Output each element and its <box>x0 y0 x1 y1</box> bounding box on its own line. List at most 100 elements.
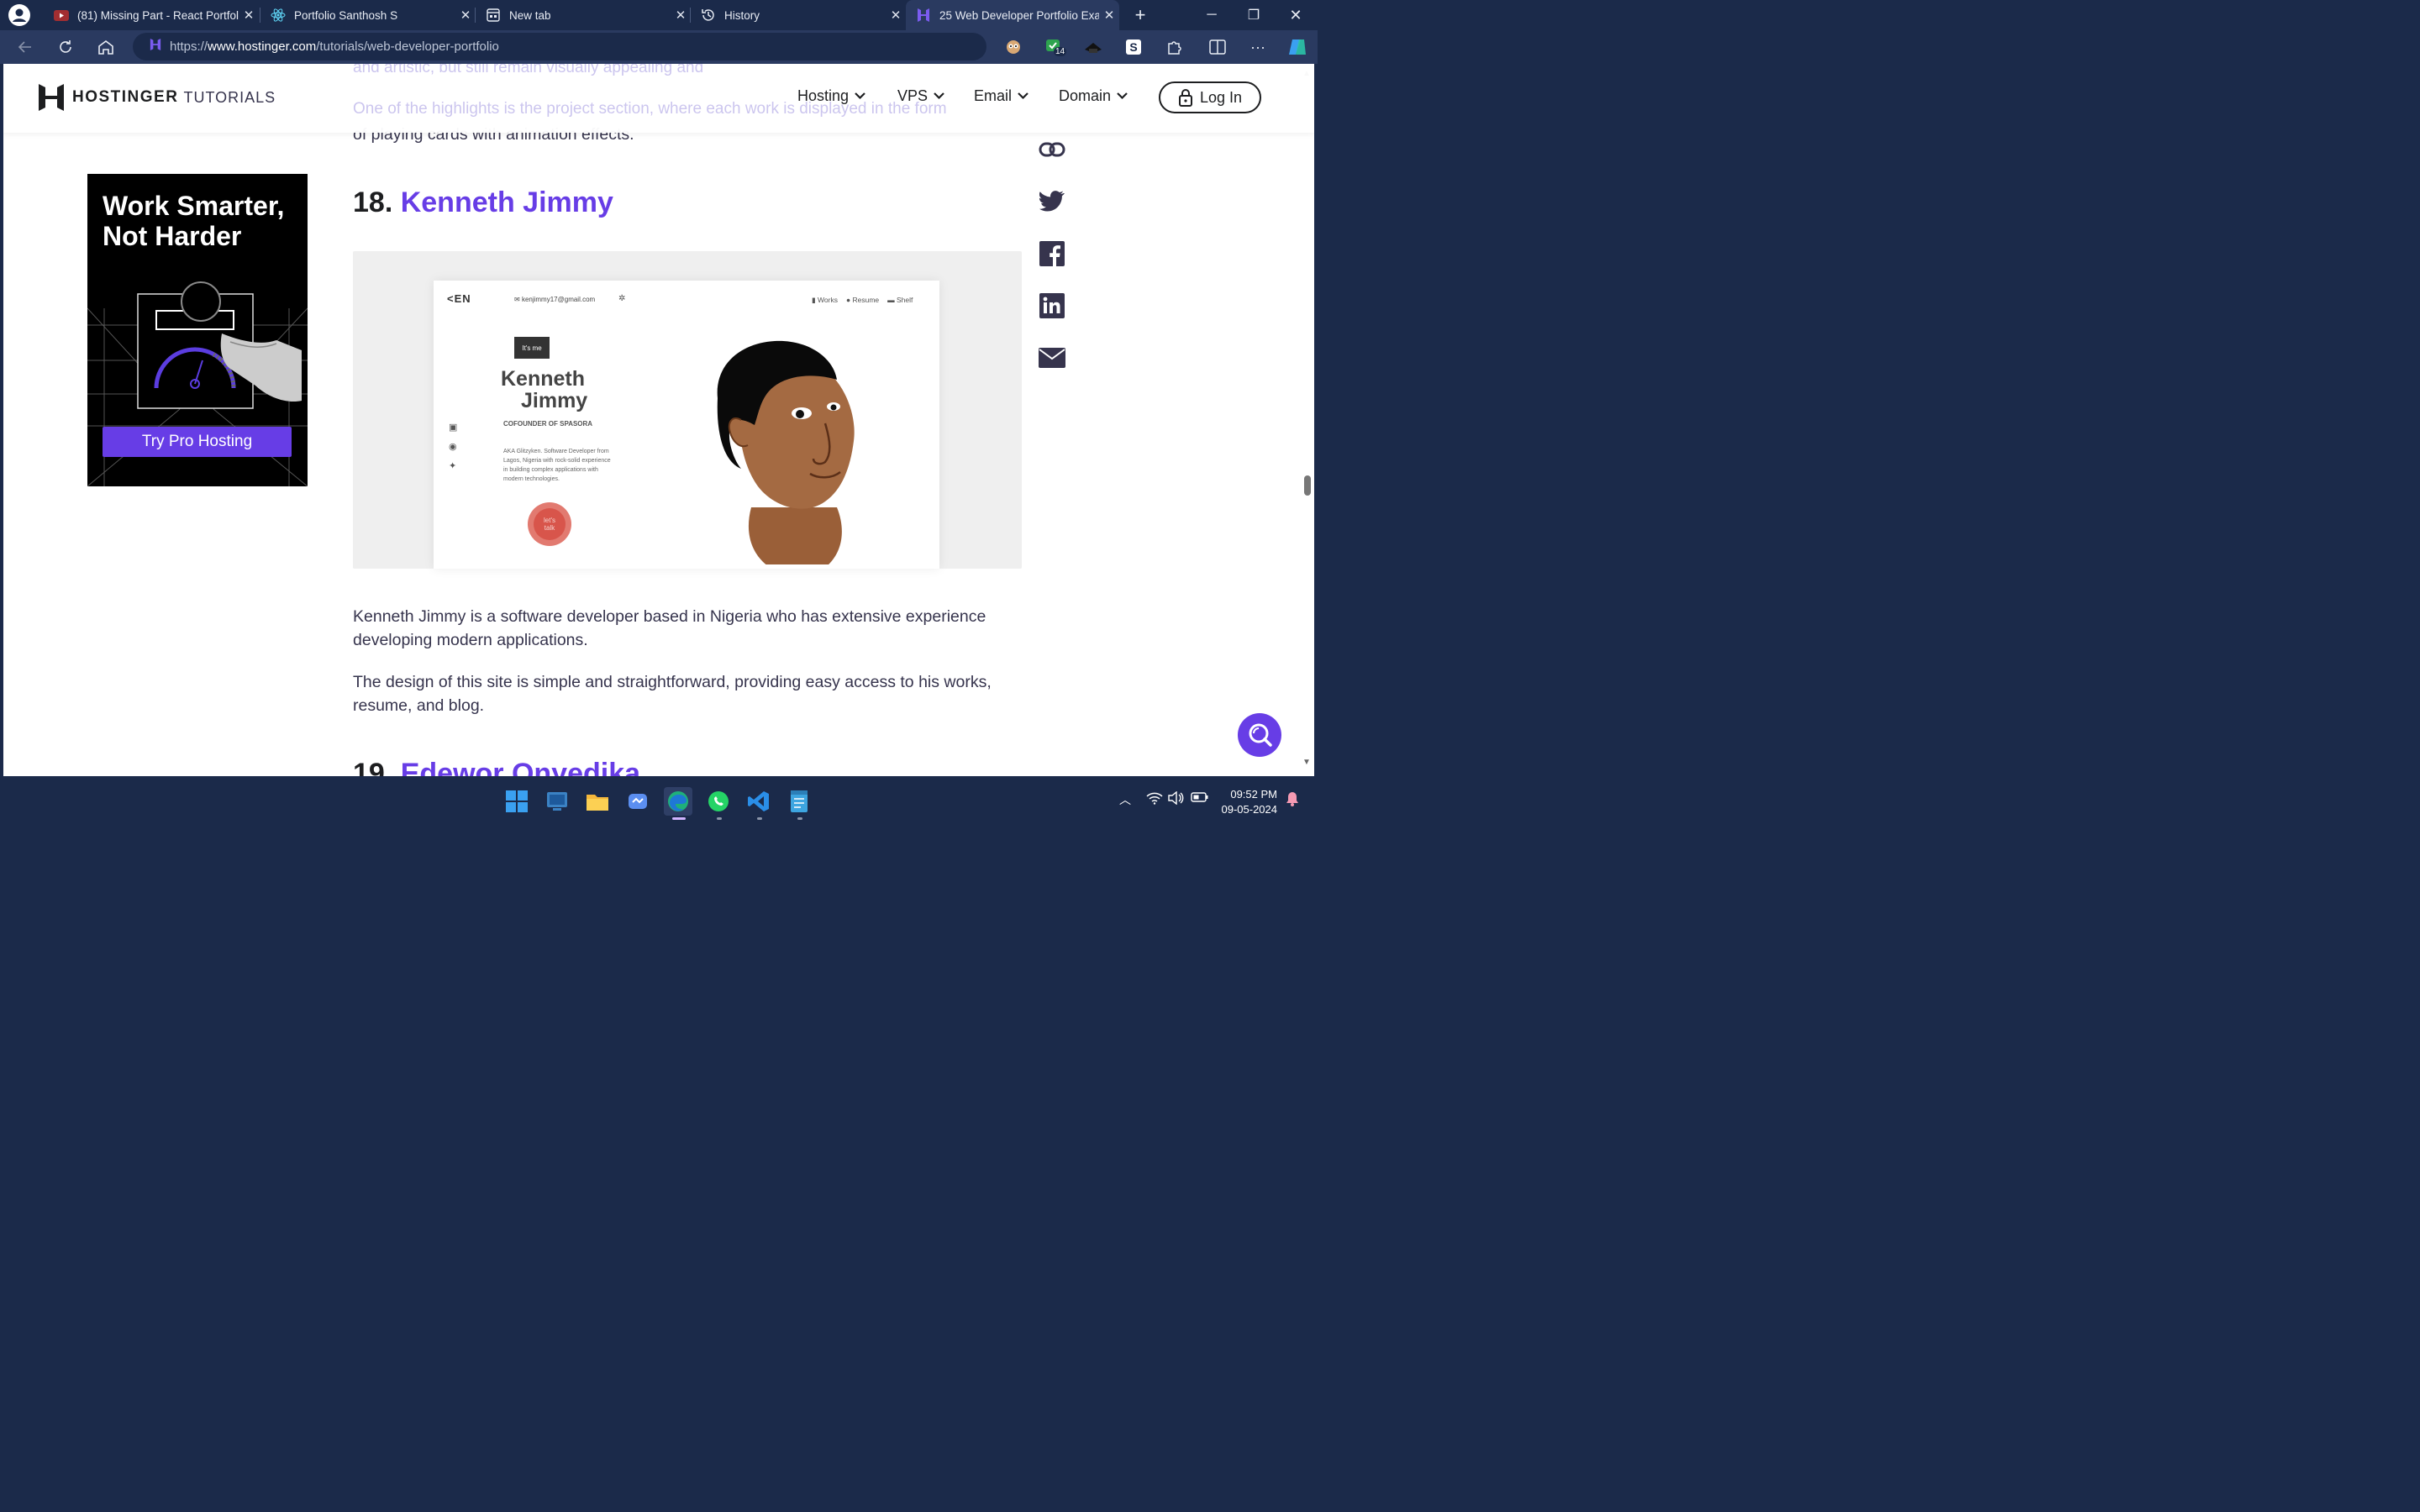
tab-portfolio[interactable]: Portfolio Santhosh S ✕ <box>260 0 476 30</box>
twitter-icon: ✦ <box>449 461 457 471</box>
preview-nav: ▮ Works ● Resume ▬ Shelf <box>812 296 913 305</box>
twitter-icon[interactable] <box>1037 186 1067 217</box>
ad-banner[interactable]: Work Smarter, Not Harder Try Pro Hosting <box>87 174 308 486</box>
battery-icon[interactable] <box>1191 791 1209 806</box>
refresh-button[interactable] <box>52 34 79 60</box>
scrollbar-thumb[interactable] <box>1304 475 1311 496</box>
preview-social-icons: ▣ ◉ ✦ <box>449 418 457 476</box>
address-bar[interactable]: https://www.hostinger.com/tutorials/web-… <box>133 33 986 60</box>
linkedin-icon[interactable] <box>1037 291 1067 321</box>
login-label: Log In <box>1199 88 1243 106</box>
restore-button[interactable]: ❐ <box>1234 0 1274 30</box>
file-explorer-icon[interactable] <box>583 787 612 816</box>
wifi-icon[interactable] <box>1146 791 1163 807</box>
nav-label: Email <box>974 87 1013 104</box>
windows-start-icon[interactable] <box>502 787 531 816</box>
home-icon <box>98 40 113 55</box>
tab-history[interactable]: History ✕ <box>691 0 906 30</box>
history-icon <box>701 8 716 23</box>
heading-number: 18. <box>353 186 393 218</box>
vscode-icon[interactable] <box>744 787 773 820</box>
whatsapp-icon[interactable] <box>704 787 733 820</box>
try-pro-hosting-button[interactable]: Try Pro Hosting <box>103 427 292 457</box>
split-screen-icon[interactable] <box>1206 35 1229 59</box>
nav-vps[interactable]: VPS <box>897 87 944 105</box>
tab-title: 25 Web Developer Portfolio Exa <box>939 8 1099 22</box>
scroll-down-arrow[interactable]: ▼ <box>1302 758 1311 767</box>
extension-hat-icon[interactable] <box>1081 35 1105 59</box>
tab-hostinger-active[interactable]: 25 Web Developer Portfolio Exa ✕ <box>906 0 1119 30</box>
hostinger-logo-icon <box>39 84 64 111</box>
new-tab-button[interactable]: + <box>1120 0 1160 30</box>
preview-nav-item: ● Resume <box>845 296 880 304</box>
section-heading: 18. Kenneth Jimmy <box>353 186 613 219</box>
nav-email[interactable]: Email <box>974 87 1028 105</box>
portrait-illustration <box>717 340 855 564</box>
extension-s-icon[interactable]: S <box>1122 35 1145 59</box>
copilot-icon[interactable] <box>1286 35 1309 59</box>
extension-badge-count: 14 <box>1054 47 1067 56</box>
back-button[interactable] <box>12 34 39 60</box>
extension-badge-icon[interactable]: 14 <box>1042 35 1067 59</box>
heading-link[interactable]: Kenneth Jimmy <box>401 186 613 218</box>
tab-new-tab[interactable]: New tab ✕ <box>476 0 691 30</box>
paragraph-design: The design of this site is simple and st… <box>353 673 992 715</box>
link-icon[interactable] <box>1037 134 1067 165</box>
system-clock[interactable]: 09:52 PM 09-05-2024 <box>1215 787 1278 817</box>
close-window-button[interactable]: ✕ <box>1276 0 1316 30</box>
tab-title: Portfolio Santhosh S <box>294 8 398 22</box>
page-viewport: and artistic, but still remain visually … <box>3 64 1314 776</box>
minimize-icon: ─ <box>1207 8 1217 22</box>
profile-button[interactable] <box>0 0 40 30</box>
edge-browser-icon[interactable] <box>664 787 692 820</box>
close-tab-icon[interactable]: ✕ <box>239 8 259 23</box>
home-button[interactable] <box>92 34 119 60</box>
minimize-button[interactable]: ─ <box>1192 0 1232 30</box>
close-tab-icon[interactable]: ✕ <box>671 8 691 23</box>
close-tab-icon[interactable]: ✕ <box>455 8 476 23</box>
volume-icon[interactable] <box>1168 790 1185 807</box>
tray-overflow-icon[interactable]: ︿ <box>1119 791 1131 808</box>
hostinger-logo[interactable]: HOSTINGER TUTORIALS <box>39 84 276 111</box>
preview-site: <EN ✉ kenjimmy17@gmail.com ✲ ▮ Works ● R… <box>434 281 939 569</box>
mail-icon[interactable] <box>1037 343 1067 373</box>
site-header: HOSTINGER TUTORIALS Hosting VPS Email Do… <box>3 64 1314 133</box>
login-button[interactable]: Log In <box>1159 81 1261 113</box>
task-view-icon[interactable] <box>543 787 571 816</box>
brand-name: HOSTINGER <box>72 88 179 106</box>
search-fab-button[interactable] <box>1238 713 1281 757</box>
close-tab-icon[interactable]: ✕ <box>886 8 906 23</box>
chat-app-icon[interactable] <box>623 787 652 816</box>
browser-toolbar: https://www.hostinger.com/tutorials/web-… <box>0 30 1318 64</box>
clock-date: 09-05-2024 <box>1221 803 1278 816</box>
preview-name: Kenneth Jimmy <box>501 367 588 412</box>
extension-face-icon[interactable] <box>1002 35 1025 59</box>
facebook-icon[interactable] <box>1037 239 1067 269</box>
nav-label: Domain <box>1059 87 1112 104</box>
brand-subtitle: TUTORIALS <box>183 88 276 106</box>
nav-domain[interactable]: Domain <box>1059 87 1128 105</box>
clock-time: 09:52 PM <box>1230 788 1277 801</box>
preview-nav-item: ▬ Shelf <box>887 296 913 304</box>
new-tab-icon <box>486 8 501 23</box>
preview-settings-icon: ✲ <box>618 294 626 303</box>
preview-email: ✉ kenjimmy17@gmail.com <box>514 296 596 303</box>
preview-bubble: It's me <box>514 337 550 359</box>
notification-bell-icon[interactable] <box>1286 791 1299 809</box>
react-icon <box>271 8 286 23</box>
tab-title: New tab <box>509 8 551 22</box>
windows-taskbar: ︿ 09:52 PM 09-05-2024 <box>0 780 1318 823</box>
github-icon: ◉ <box>449 442 457 452</box>
close-tab-icon[interactable]: ✕ <box>1099 8 1119 23</box>
nav-hosting[interactable]: Hosting <box>797 87 865 105</box>
chevron-down-icon <box>855 92 865 100</box>
hostinger-icon <box>916 8 931 23</box>
url-text: https://www.hostinger.com/tutorials/web-… <box>170 39 499 54</box>
notepad-icon[interactable] <box>785 787 813 820</box>
more-menu-icon[interactable]: ··· <box>1246 35 1270 59</box>
back-arrow-icon <box>18 41 31 53</box>
heading-link[interactable]: Edewor Onyedika <box>401 758 640 776</box>
extensions-puzzle-icon[interactable] <box>1162 35 1186 59</box>
tab-youtube[interactable]: (81) Missing Part - React Portfoli ✕ <box>44 0 259 30</box>
preview-role: COFOUNDER OF SPASORA <box>503 420 593 428</box>
